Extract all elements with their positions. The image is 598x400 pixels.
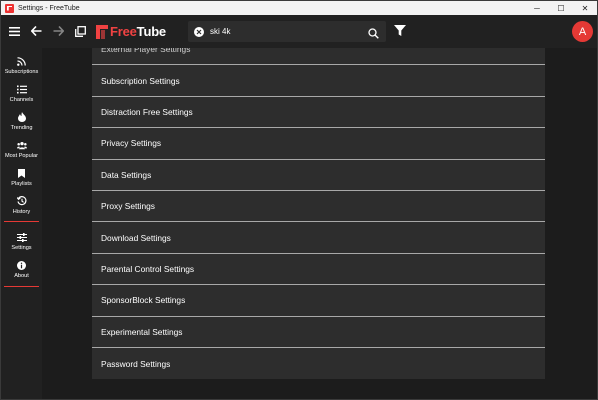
info-icon	[17, 260, 27, 270]
sidebar-item-label: Channels	[9, 97, 34, 103]
sidebar-item-label: About	[14, 273, 29, 279]
hamburger-menu-icon[interactable]	[7, 24, 21, 38]
maximize-button[interactable]: ☐	[549, 1, 573, 15]
scrollbar[interactable]	[589, 48, 597, 399]
sidebar-item-about[interactable]: About	[1, 260, 42, 279]
sidebar-item-trending[interactable]: Trending	[1, 112, 42, 131]
search-input[interactable]	[210, 27, 360, 36]
forward-arrow-icon[interactable]	[51, 24, 65, 38]
settings-section-sponsorblock[interactable]: SponsorBlock Settings	[92, 285, 545, 317]
settings-section-data[interactable]: Data Settings	[92, 159, 545, 191]
minimize-button[interactable]: ─	[525, 1, 549, 15]
sidebar-item-label: Settings	[11, 245, 32, 251]
bookmark-icon	[17, 168, 27, 178]
settings-section-external-player[interactable]: External Player Settings	[92, 48, 545, 66]
sidebar-item-label: Trending	[10, 125, 33, 131]
freetube-logo-icon	[96, 24, 108, 39]
history-icon	[16, 196, 27, 206]
sidebar-item-label: Playlists	[11, 181, 32, 187]
settings-section-subscription[interactable]: Subscription Settings	[92, 65, 545, 97]
settings-section-parental-control[interactable]: Parental Control Settings	[92, 253, 545, 286]
sidebar-item-channels[interactable]: Channels	[1, 84, 42, 103]
sidebar-divider	[4, 221, 39, 222]
sidebar-item-history[interactable]: History	[1, 196, 42, 215]
clear-search-icon[interactable]	[194, 26, 204, 37]
settings-section-proxy[interactable]: Proxy Settings	[92, 190, 545, 223]
close-button[interactable]: ✕	[573, 1, 597, 15]
settings-page: External Player Settings Subscription Se…	[42, 48, 597, 399]
settings-section-experimental[interactable]: Experimental Settings	[92, 316, 545, 348]
sidebar-item-playlists[interactable]: Playlists	[1, 168, 42, 187]
rss-icon	[17, 56, 27, 66]
title-bar: Settings - FreeTube ─ ☐ ✕	[1, 1, 597, 15]
sidebar-item-settings[interactable]: Settings	[1, 232, 42, 251]
logo-text-free: Free	[110, 24, 137, 39]
window-controls: ─ ☐ ✕	[525, 1, 597, 15]
sidebar-item-subscriptions[interactable]: Subscriptions	[1, 56, 42, 75]
top-nav: Free Tube A	[1, 15, 597, 48]
app-window: Settings - FreeTube ─ ☐ ✕ Free Tube ski …	[0, 0, 598, 400]
search-bar	[188, 21, 386, 42]
users-icon	[16, 140, 27, 150]
new-window-icon[interactable]	[73, 24, 87, 38]
filter-icon[interactable]	[393, 24, 406, 37]
search-icon[interactable]	[368, 26, 379, 39]
settings-section-download[interactable]: Download Settings	[92, 222, 545, 254]
sidebar-item-label: Subscriptions	[4, 69, 39, 75]
window-title: Settings - FreeTube	[18, 4, 80, 12]
freetube-logo[interactable]: Free Tube	[96, 23, 166, 40]
sidebar-divider	[4, 286, 39, 287]
settings-section-distraction-free[interactable]: Distraction Free Settings	[92, 96, 545, 129]
sliders-icon	[16, 232, 27, 242]
logo-text-tube: Tube	[136, 24, 166, 39]
fire-icon	[17, 112, 27, 122]
freetube-app-icon	[5, 3, 14, 13]
settings-section-password[interactable]: Password Settings	[92, 347, 545, 380]
sidebar-item-most-popular[interactable]: Most Popular	[1, 140, 42, 159]
sidebar-item-label: History	[12, 209, 31, 215]
profile-avatar[interactable]: A	[572, 21, 593, 42]
settings-section-privacy[interactable]: Privacy Settings	[92, 128, 545, 160]
sidebar-item-label: Most Popular	[5, 153, 38, 159]
side-nav: Subscriptions Channels Trending Most Pop…	[1, 48, 42, 399]
back-arrow-icon[interactable]	[29, 24, 43, 38]
list-icon	[16, 84, 27, 94]
settings-list: External Player Settings Subscription Se…	[92, 48, 545, 380]
